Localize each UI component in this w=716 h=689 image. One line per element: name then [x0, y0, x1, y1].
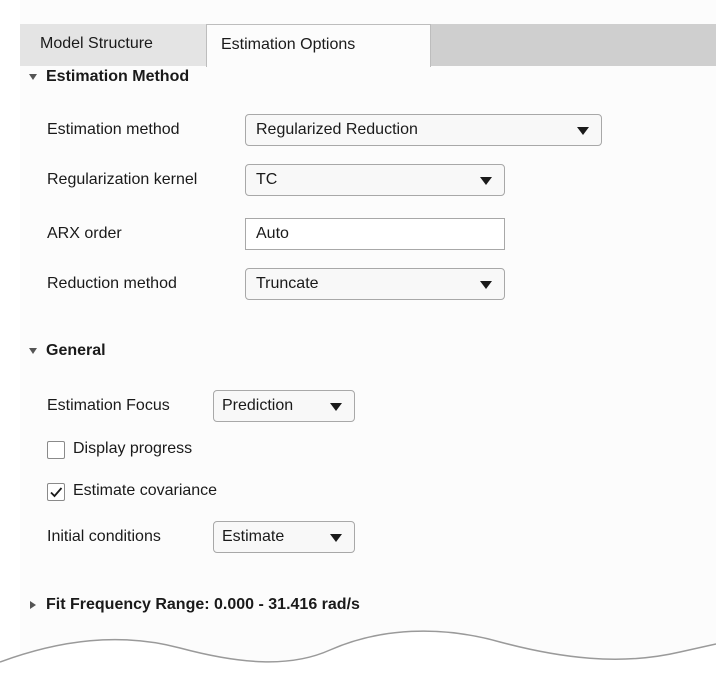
tab-estimation-options[interactable]: Estimation Options [206, 24, 431, 67]
chevron-down-icon [480, 281, 492, 289]
triangle-down-icon [29, 74, 37, 80]
section-title: Estimation Method [46, 68, 190, 85]
chevron-down-icon [480, 177, 492, 185]
chevron-down-icon [577, 127, 589, 135]
arx-order-label: ARX order [47, 225, 122, 242]
estimation-focus-dropdown[interactable]: Prediction [213, 390, 355, 422]
estimation-focus-label: Estimation Focus [47, 397, 170, 414]
options-panel [20, 0, 716, 689]
estimation-focus-value: Prediction [222, 397, 294, 414]
initial-conditions-label: Initial conditions [47, 528, 161, 545]
display-progress-label[interactable]: Display progress [73, 440, 192, 458]
tab-bar: Model Structure Estimation Options [20, 24, 716, 67]
estimation-method-dropdown[interactable]: Regularized Reduction [245, 114, 602, 146]
tab-model-structure[interactable]: Model Structure [20, 24, 206, 66]
estimation-method-label: Estimation method [47, 121, 180, 138]
regularization-kernel-dropdown[interactable]: TC [245, 164, 505, 196]
chevron-down-icon [330, 403, 342, 411]
display-progress-checkbox[interactable] [47, 441, 65, 459]
estimation-method-value: Regularized Reduction [256, 121, 418, 138]
triangle-down-icon [29, 348, 37, 354]
checkmark-icon [50, 487, 63, 498]
estimate-covariance-label[interactable]: Estimate covariance [73, 482, 217, 500]
reduction-method-label: Reduction method [47, 275, 177, 292]
reduction-method-dropdown[interactable]: Truncate [245, 268, 505, 300]
arx-order-value: Auto [256, 225, 289, 242]
section-title: General [46, 342, 106, 359]
chevron-down-icon [330, 534, 342, 542]
section-title: Fit Frequency Range: 0.000 - 31.416 rad/… [46, 596, 360, 613]
torn-edge-decoration [0, 630, 716, 689]
initial-conditions-dropdown[interactable]: Estimate [213, 521, 355, 553]
regularization-kernel-value: TC [256, 171, 278, 188]
regularization-kernel-label: Regularization kernel [47, 171, 198, 188]
initial-conditions-value: Estimate [222, 528, 285, 545]
triangle-right-icon [30, 601, 36, 609]
estimate-covariance-checkbox[interactable] [47, 483, 65, 501]
reduction-method-value: Truncate [256, 275, 319, 292]
arx-order-input[interactable]: Auto [245, 218, 505, 250]
